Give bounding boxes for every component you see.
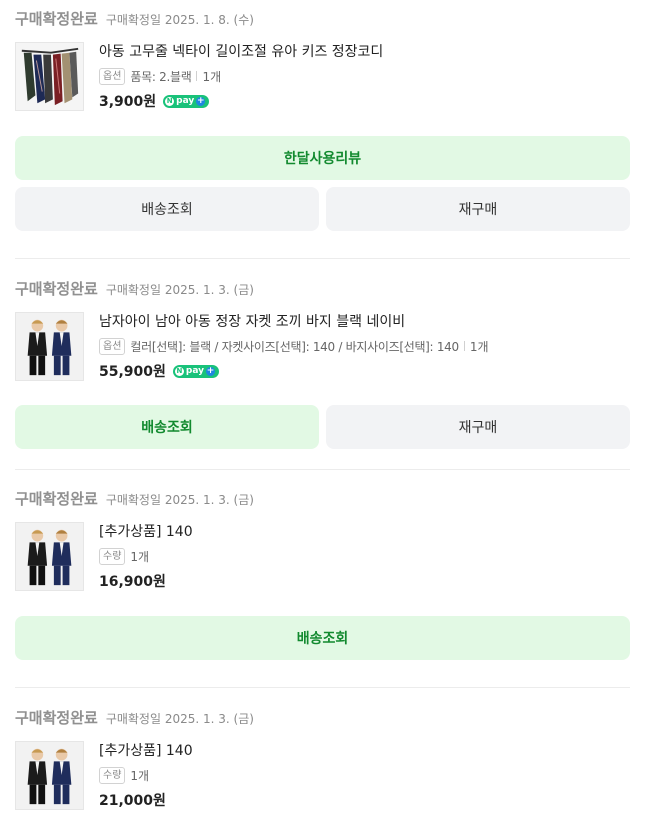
- npay-label: pay: [185, 366, 205, 376]
- option-tag: 옵션: [99, 67, 126, 85]
- quantity: 1개: [469, 339, 489, 354]
- order-status: 구매확정완료: [15, 490, 98, 508]
- product-name[interactable]: 남자아이 남아 아동 정장 자켓 조끼 바지 블랙 네이비: [99, 312, 630, 332]
- product-name[interactable]: 아동 고무줄 넥타이 길이조절 유아 키즈 정장코디: [99, 42, 630, 62]
- quantity-tag: 수량: [99, 547, 126, 565]
- price: 3,900원: [99, 94, 157, 110]
- option-tag: 옵션: [99, 337, 126, 355]
- reorder-button[interactable]: 재구매: [326, 187, 630, 231]
- order-card: 구매확정완료 구매확정일 2025. 1. 3. (금) [추가상품] 140 …: [15, 488, 630, 600]
- order-status: 구매확정완료: [15, 10, 98, 28]
- option-text: 컬러[선택]: 블랙 / 자켓사이즈[선택]: 140 / 바지사이즈[선택]:…: [130, 339, 459, 354]
- divider: [15, 469, 630, 470]
- confirm-date: 구매확정일 2025. 1. 8. (수): [105, 13, 254, 27]
- delivery-tracking-button[interactable]: 배송조회: [15, 405, 319, 449]
- delivery-tracking-button[interactable]: 배송조회: [15, 616, 630, 660]
- order-status-line: 구매확정완료 구매확정일 2025. 1. 3. (금): [15, 278, 630, 302]
- npay-plus-icon: +: [196, 95, 206, 106]
- divider: [15, 258, 630, 259]
- kids-suit-product-image[interactable]: [15, 741, 84, 810]
- quantity: 1개: [130, 549, 150, 564]
- npay-n-icon: N: [165, 96, 175, 106]
- quantity: 1개: [202, 69, 222, 84]
- confirm-date: 구매확정일 2025. 1. 3. (금): [105, 283, 254, 297]
- order-status-line: 구매확정완료 구매확정일 2025. 1. 3. (금): [15, 488, 630, 512]
- price: 55,900원: [99, 364, 166, 380]
- price: 21,000원: [99, 793, 166, 809]
- separator: [196, 71, 198, 81]
- reorder-button[interactable]: 재구매: [326, 405, 630, 449]
- delivery-tracking-button[interactable]: 배송조회: [15, 187, 319, 231]
- necktie-product-image[interactable]: [15, 42, 84, 111]
- npay-badge: N pay +: [172, 364, 220, 378]
- quantity-tag: 수량: [99, 766, 126, 784]
- order-card: 구매확정완료 구매확정일 2025. 1. 3. (금) [추가상품] 140 …: [15, 707, 630, 819]
- confirm-date: 구매확정일 2025. 1. 3. (금): [105, 712, 254, 726]
- product-name[interactable]: [추가상품] 140: [99, 741, 630, 761]
- product-row[interactable]: 아동 고무줄 넥타이 길이조절 유아 키즈 정장코디 옵션 품목: 2.블랙 1…: [15, 42, 630, 120]
- product-name[interactable]: [추가상품] 140: [99, 522, 630, 542]
- npay-label: pay: [176, 96, 195, 106]
- product-row[interactable]: [추가상품] 140 수량 1개 21,000원: [15, 741, 630, 819]
- order-status: 구매확정완료: [15, 280, 98, 298]
- npay-badge: N pay +: [163, 94, 210, 108]
- kids-suit-product-image[interactable]: [15, 312, 84, 381]
- order-card: 구매확정완료 구매확정일 2025. 1. 8. (수) 아동 고무줄 넥타이 …: [15, 8, 630, 120]
- order-status-line: 구매확정완료 구매확정일 2025. 1. 3. (금): [15, 707, 630, 731]
- confirm-date: 구매확정일 2025. 1. 3. (금): [105, 493, 254, 507]
- divider: [15, 687, 630, 688]
- order-status: 구매확정완료: [15, 709, 98, 727]
- monthly-review-button[interactable]: 한달사용리뷰: [15, 136, 630, 180]
- kids-suit-product-image[interactable]: [15, 522, 84, 591]
- order-status-line: 구매확정완료 구매확정일 2025. 1. 8. (수): [15, 8, 630, 32]
- separator: [463, 341, 465, 351]
- price: 16,900원: [99, 574, 166, 590]
- npay-plus-icon: +: [206, 365, 216, 376]
- product-row[interactable]: 남자아이 남아 아동 정장 자켓 조끼 바지 블랙 네이비 옵션 컬러[선택]:…: [15, 312, 630, 390]
- quantity: 1개: [130, 768, 150, 783]
- order-card: 구매확정완료 구매확정일 2025. 1. 3. (금) 남자아이 남아 아동 …: [15, 278, 630, 390]
- npay-n-icon: N: [174, 366, 184, 376]
- product-row[interactable]: [추가상품] 140 수량 1개 16,900원: [15, 522, 630, 600]
- option-text: 품목: 2.블랙: [130, 69, 192, 84]
